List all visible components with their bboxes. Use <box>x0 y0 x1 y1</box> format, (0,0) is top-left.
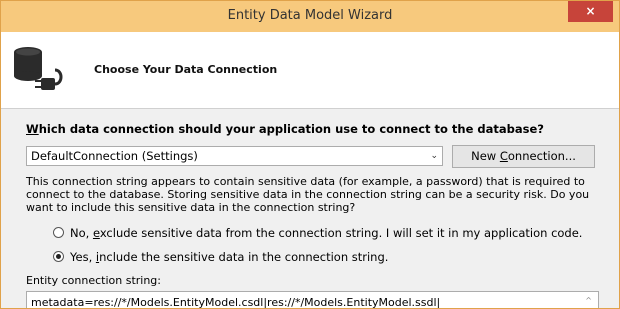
entity-connection-field[interactable]: metadata=res://*/Models.EntityModel.csdl… <box>26 291 599 309</box>
entity-connection-value: metadata=res://*/Models.EntityModel.csdl… <box>31 296 441 309</box>
question-text: hich data connection should your applica… <box>38 122 544 136</box>
include-radio[interactable] <box>53 251 64 262</box>
entity-connection-label: Entity connection string: <box>26 274 161 287</box>
exclude-pre: No, <box>70 226 93 240</box>
exclude-sensitive-option[interactable]: No, exclude sensitive data from the conn… <box>53 226 582 240</box>
include-sensitive-option[interactable]: Yes, include the sensitive data in the c… <box>53 250 388 264</box>
header-title: Choose Your Data Connection <box>94 63 278 76</box>
question-accesskey: W <box>26 122 39 136</box>
new-connection-accesskey: C <box>499 149 508 163</box>
title-bar[interactable]: Entity Data Model Wizard × <box>1 1 619 32</box>
include-rest: nclude the sensitive data in the connect… <box>99 250 389 264</box>
connection-question: Which data connection should your applic… <box>26 122 544 136</box>
chevron-down-icon: ⌄ <box>430 151 438 161</box>
wizard-header: Choose Your Data Connection <box>1 32 619 109</box>
scroll-up-icon[interactable]: ^ <box>585 296 592 305</box>
database-plug-icon <box>14 47 63 90</box>
window-title: Entity Data Model Wizard <box>227 8 393 23</box>
exclude-radio[interactable] <box>53 227 64 238</box>
close-button[interactable]: × <box>568 1 613 22</box>
sensitive-data-description: This connection string appears to contai… <box>26 175 590 214</box>
new-connection-button[interactable]: New Connection... <box>452 145 595 168</box>
new-connection-prefix: New <box>471 149 500 163</box>
exclude-rest: xclude sensitive data from the connectio… <box>99 226 583 240</box>
new-connection-rest: onnection... <box>507 149 576 163</box>
exclude-accesskey: e <box>92 226 100 240</box>
connection-select-value: DefaultConnection (Settings) <box>31 149 198 163</box>
connection-select[interactable]: DefaultConnection (Settings) ⌄ <box>26 146 443 166</box>
include-pre: Yes, <box>70 250 96 264</box>
close-icon: × <box>585 4 596 18</box>
wizard-window: Entity Data Model Wizard × Choose Your D… <box>0 0 620 309</box>
